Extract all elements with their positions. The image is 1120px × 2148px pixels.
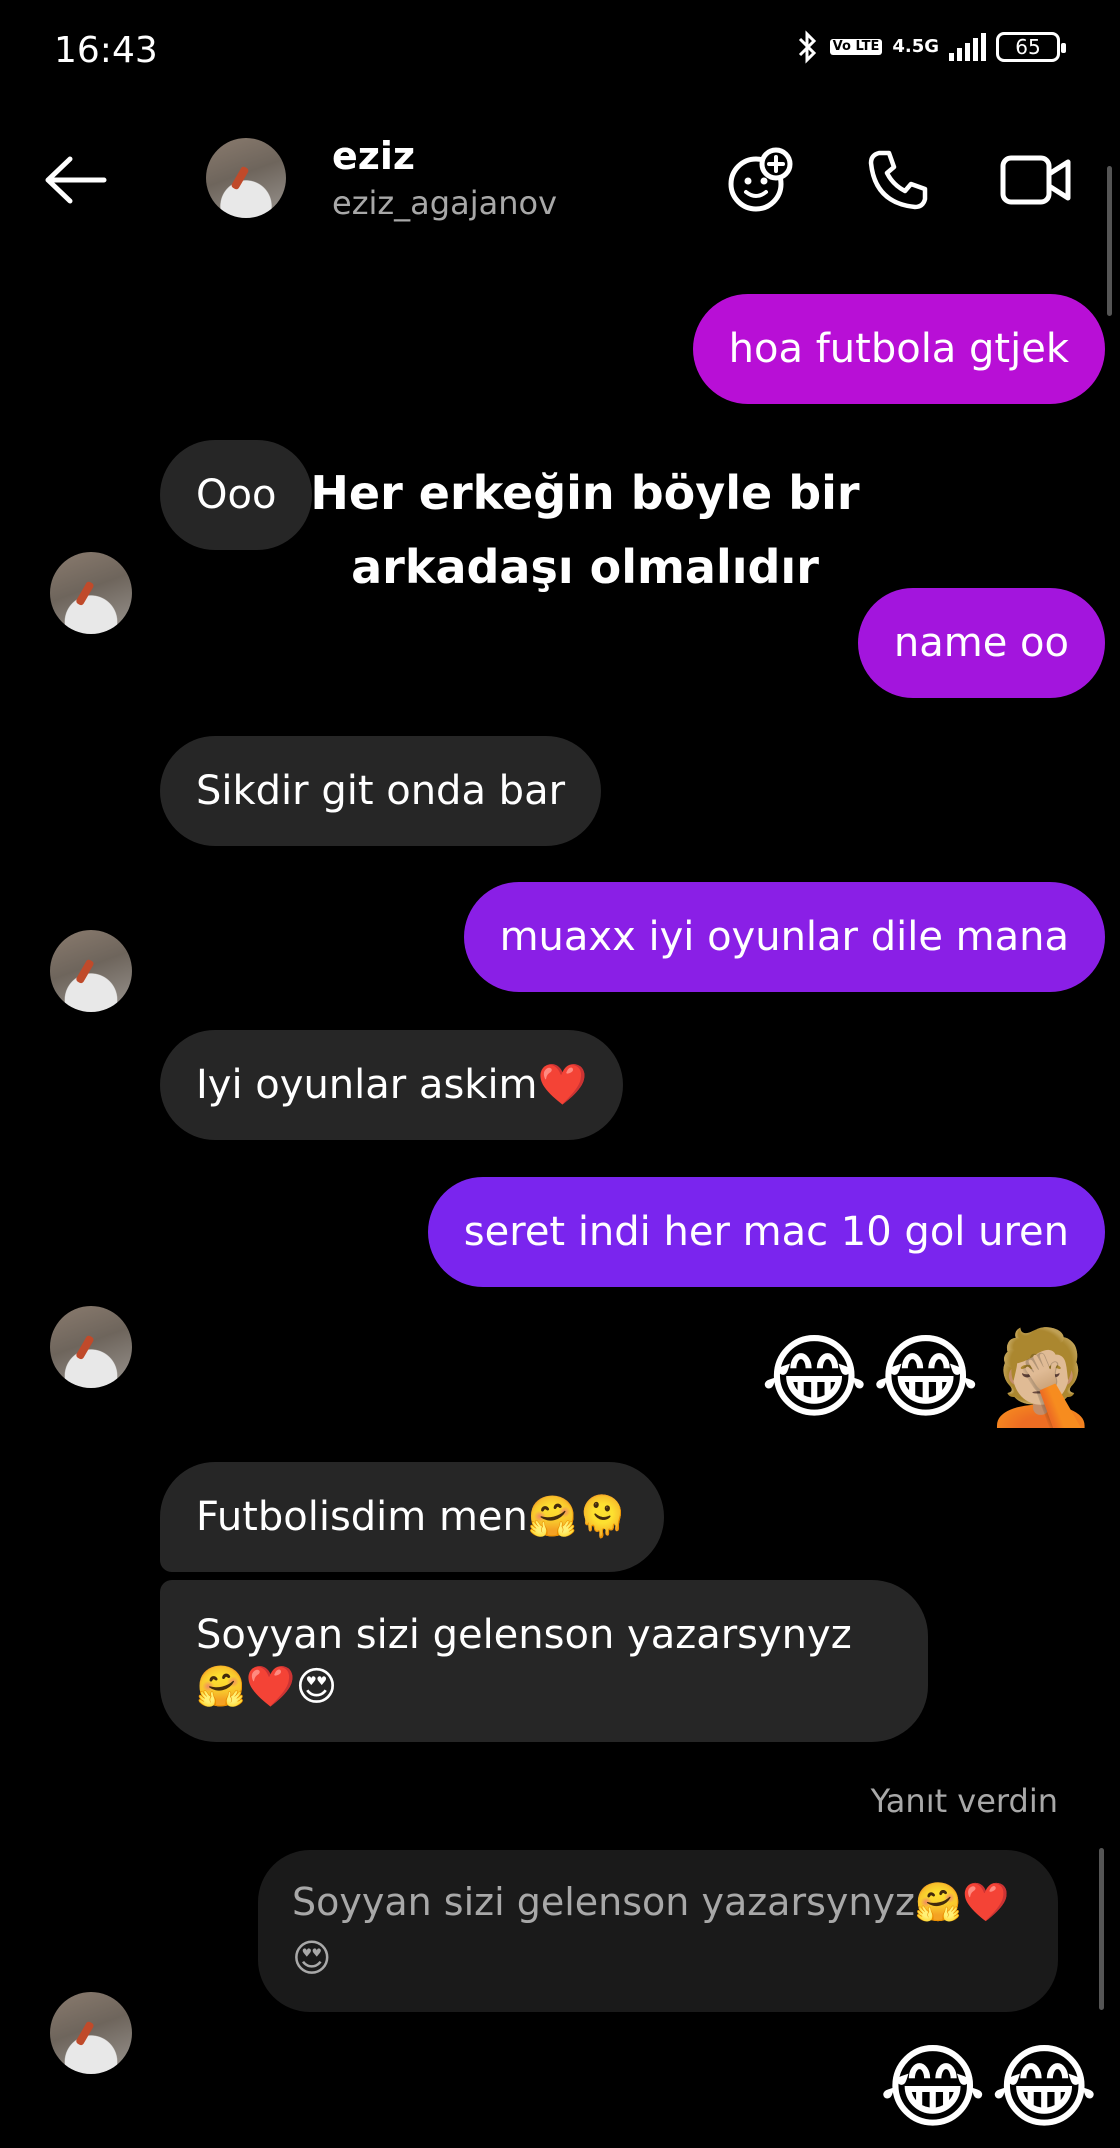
network-type: 4.5G [892, 36, 939, 57]
effects-button[interactable] [720, 140, 800, 220]
signal-icon [949, 33, 986, 61]
sender-avatar[interactable] [50, 1306, 132, 1388]
message-received[interactable]: Futbolisdim men🤗🫠 [160, 1462, 664, 1572]
overlay-line-2: arkadaşı olmalıdır [351, 540, 819, 594]
message-received[interactable]: Sikdir git onda bar [160, 736, 602, 846]
message-received[interactable]: Ooo [160, 440, 313, 550]
reply-quote[interactable]: Soyyan sizi gelenson yazarsynyz🤗❤️ 😍 [258, 1850, 1058, 2012]
effects-face-icon [728, 147, 793, 212]
volte-badge: Vo LTE [829, 39, 883, 55]
overlay-caption: Her erkeğin böyle bir arkadaşı olmalıdır [310, 456, 860, 604]
sender-avatar[interactable] [50, 1992, 132, 2074]
message-received[interactable]: Soyyan sizi gelenson yazarsynyz 🤗❤️😍 [160, 1580, 928, 1742]
video-camera-icon [1000, 155, 1071, 205]
message-sent[interactable]: hoa futbola gtjek [692, 294, 1105, 404]
message-received[interactable]: Iyi oyunlar askim❤️ [160, 1030, 624, 1140]
scrollbar-top[interactable] [1107, 166, 1112, 316]
back-button[interactable] [40, 150, 120, 210]
sender-avatar[interactable] [50, 930, 132, 1012]
reply-label: Yanıt verdin [870, 1782, 1058, 1820]
message-line-1: Soyyan sizi gelenson yazarsynyz [196, 1612, 852, 1658]
sender-avatar[interactable] [50, 552, 132, 634]
back-arrow-icon [45, 156, 107, 204]
bluetooth-icon [798, 30, 816, 64]
header-avatar[interactable] [206, 138, 286, 218]
emoji-message-sent[interactable]: 😂😂 [879, 2038, 1102, 2138]
battery-level: 65 [1015, 35, 1041, 59]
status-time: 16:43 [54, 30, 158, 71]
phone-icon [868, 150, 928, 210]
audio-call-button[interactable] [858, 140, 938, 220]
emoji-message-sent[interactable]: 😂😂🤦🏼 [760, 1328, 1102, 1428]
scrollbar-bottom[interactable] [1099, 1848, 1104, 2010]
contact-username[interactable]: eziz_agajanov [332, 184, 557, 222]
overlay-line-1: Her erkeğin böyle bir [310, 466, 860, 520]
message-sent[interactable]: muaxx iyi oyunlar dile mana [463, 882, 1105, 992]
message-sent[interactable]: name oo [857, 588, 1105, 698]
video-call-button[interactable] [996, 140, 1076, 220]
status-icons: Vo LTE 4.5G 65 [794, 30, 1066, 64]
contact-name[interactable]: eziz [332, 134, 415, 178]
message-line-2: 🤗❤️😍 [196, 1664, 338, 1710]
battery-icon: 65 [996, 32, 1066, 62]
message-sent[interactable]: seret indi her mac 10 gol uren [427, 1177, 1105, 1287]
